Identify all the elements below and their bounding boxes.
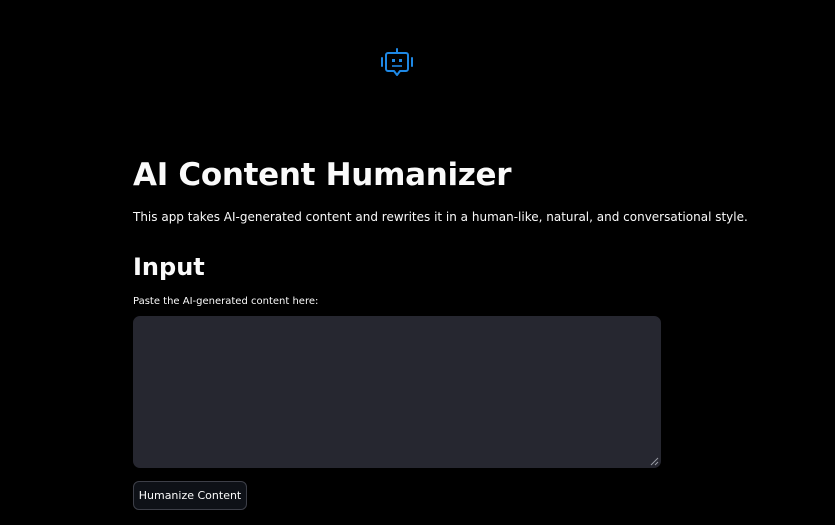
resize-handle-icon[interactable]	[650, 457, 659, 466]
humanize-content-button[interactable]: Humanize Content	[133, 481, 247, 510]
app-description: This app takes AI-generated content and …	[133, 210, 748, 224]
input-section-heading: Input	[133, 253, 205, 281]
robot-icon	[381, 48, 413, 76]
page-title: AI Content Humanizer	[133, 157, 512, 193]
content-input-label: Paste the AI-generated content here:	[133, 296, 319, 307]
app-page: AI Content Humanizer This app takes AI-g…	[0, 0, 835, 525]
content-input[interactable]	[133, 316, 661, 468]
